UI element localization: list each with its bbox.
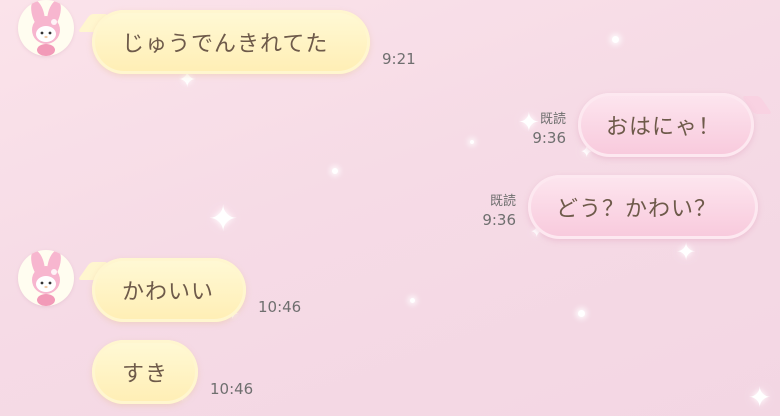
message-text: すき <box>122 362 169 387</box>
message-bubble-outgoing[interactable]: おはにゃ！ <box>578 93 754 157</box>
sparkle-icon: ✦ <box>676 238 697 266</box>
my-melody-avatar-icon <box>31 0 61 56</box>
my-melody-avatar-icon <box>31 250 61 306</box>
message-text: おはにゃ！ <box>606 115 722 140</box>
message-time: 9:36 <box>532 128 566 147</box>
message-bubble-incoming[interactable]: じゅうでんきれてた <box>92 10 370 74</box>
avatar[interactable] <box>18 0 74 56</box>
glow-dot <box>332 168 338 174</box>
read-label: 既読 <box>489 194 516 209</box>
glow-dot <box>410 298 415 303</box>
chat-area: ✦ ✦ ✦ ✦ ✦ ✦ ✦ ✦ ✦ ✦ じゅうでんきれてた 9:21 既読 9:… <box>0 0 780 416</box>
message-time: 10:46 <box>210 380 254 398</box>
avatar[interactable] <box>18 250 74 306</box>
read-label: 既読 <box>539 112 566 127</box>
message-text: じゅうでんきれてた <box>122 32 329 57</box>
sparkle-icon: ✦ <box>748 381 772 414</box>
read-receipt: 既読 9:36 <box>520 112 566 148</box>
message-time: 9:36 <box>482 210 516 229</box>
glow-dot <box>470 140 474 144</box>
glow-dot <box>578 310 585 317</box>
sparkle-icon: ✦ <box>208 199 239 240</box>
message-text: かわいい <box>122 280 215 305</box>
message-bubble-outgoing[interactable]: どう？かわい？ <box>528 175 758 239</box>
message-time: 9:21 <box>382 50 416 68</box>
message-bubble-incoming[interactable]: すき <box>92 340 198 404</box>
message-text: どう？かわい？ <box>556 197 718 222</box>
glow-dot <box>612 36 619 43</box>
read-receipt: 既読 9:36 <box>470 194 516 230</box>
message-time: 10:46 <box>258 298 302 316</box>
message-bubble-incoming[interactable]: かわいい <box>92 258 246 322</box>
